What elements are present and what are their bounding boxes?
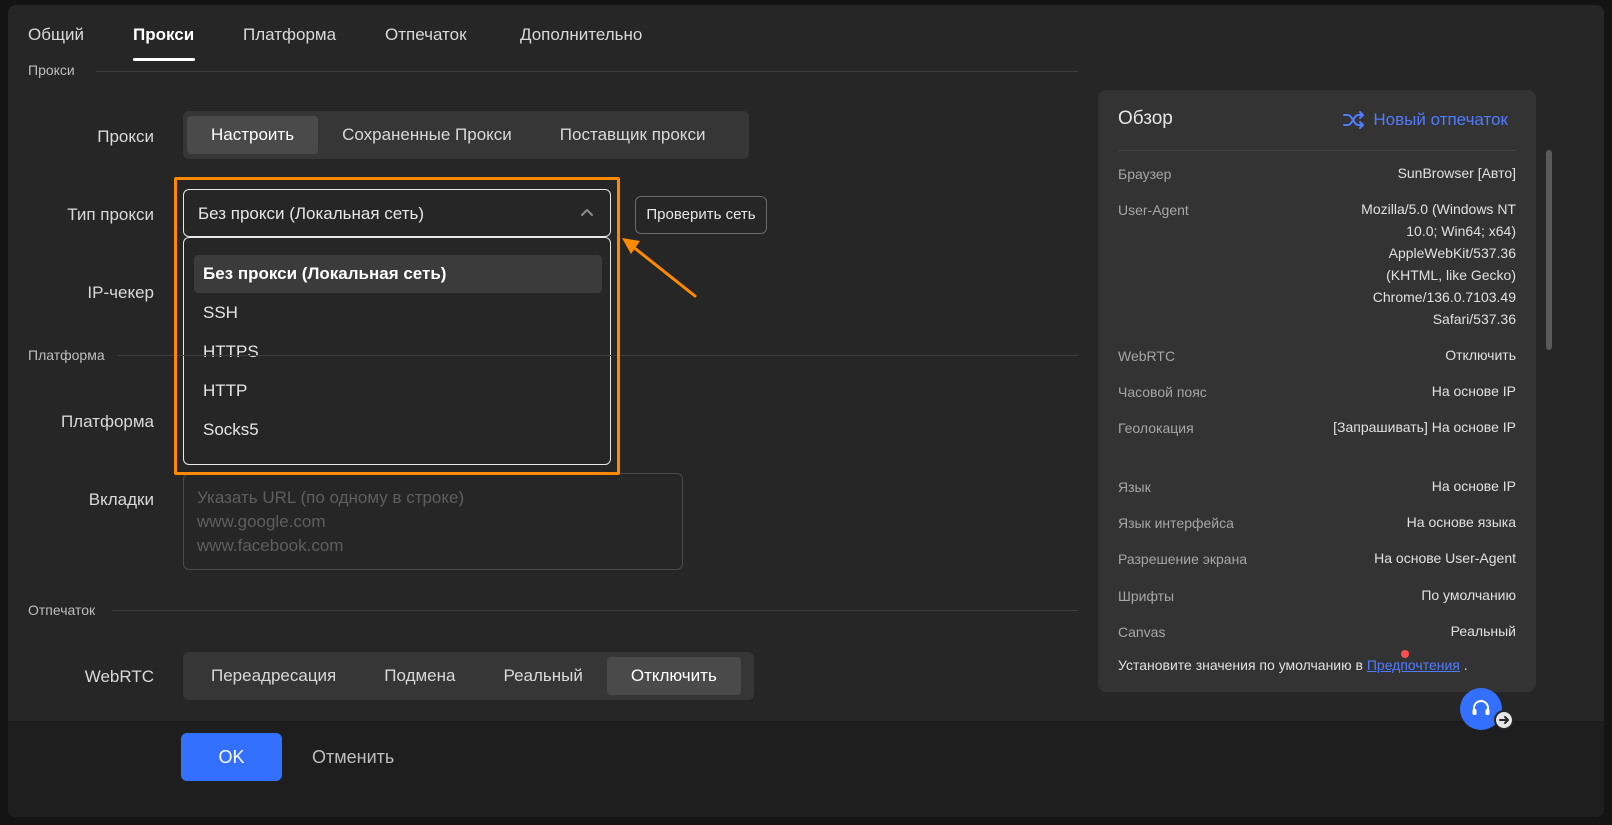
webrtc-replace[interactable]: Подмена <box>360 657 479 695</box>
overview-value: Отключить <box>1445 347 1516 363</box>
proxy-label: Прокси <box>97 127 154 146</box>
check-network-button[interactable]: Проверить сеть <box>635 196 767 234</box>
tab-fingerprint[interactable]: Отпечаток <box>385 25 467 45</box>
new-fingerprint-label: Новый отпечаток <box>1373 110 1508 129</box>
overview-value: Mozilla/5.0 (Windows NT 10.0; Win64; x64… <box>1361 201 1516 327</box>
overview-value: По умолчанию <box>1421 587 1516 603</box>
proxy-type-select[interactable]: Без прокси (Локальная сеть) <box>183 189 611 237</box>
notification-dot <box>1401 650 1409 658</box>
tab-proxy[interactable]: Прокси <box>133 25 194 45</box>
overview-key: Разрешение экрана <box>1118 551 1248 567</box>
proxy-option-socks5[interactable]: Socks5 <box>194 411 602 449</box>
chevron-up-icon <box>581 209 593 216</box>
overview-footer-text: Установите значения по умолчанию в <box>1118 657 1367 673</box>
proxy-type-dropdown: Без прокси (Локальная сеть) SSH HTTPS HT… <box>183 237 611 465</box>
overview-divider <box>1118 150 1516 151</box>
section-divider <box>96 71 1078 72</box>
overview-key: Язык <box>1118 479 1151 495</box>
scrollbar[interactable] <box>1546 150 1552 350</box>
tab-advanced[interactable]: Дополнительно <box>520 25 642 45</box>
overview-footer: Установите значения по умолчанию в Предп… <box>1118 657 1468 673</box>
overview-key: Язык интерфейса <box>1118 515 1234 531</box>
section-title-platform: Платформа <box>28 347 105 363</box>
tab-platform[interactable]: Платформа <box>243 25 336 45</box>
proxy-option-https[interactable]: HTTPS <box>194 333 602 371</box>
webrtc-segmented: Переадресация Подмена Реальный Отключить <box>183 652 754 700</box>
ok-button[interactable]: OK <box>181 733 282 781</box>
overview-value: SunBrowser [Авто] <box>1397 165 1516 181</box>
shuffle-icon <box>1343 111 1365 129</box>
proxy-mode-configure[interactable]: Настроить <box>187 116 319 154</box>
proxy-mode-provider[interactable]: Поставщик прокси <box>536 116 730 154</box>
section-title-proxy: Прокси <box>28 62 75 78</box>
ip-checker-label: IP-чекер <box>87 283 154 302</box>
dialog-footer: OK Отменить <box>8 721 1604 817</box>
section-divider <box>118 355 1078 356</box>
overview-key: Браузер <box>1118 166 1172 182</box>
new-fingerprint-button[interactable]: Новый отпечаток <box>1343 110 1508 130</box>
webrtc-disable[interactable]: Отключить <box>606 657 741 695</box>
overview-value: На основе User-Agent <box>1374 550 1516 566</box>
arrow-right-icon <box>1494 710 1514 730</box>
overview-key: Геолокация <box>1118 420 1194 436</box>
overview-value: Реальный <box>1450 623 1516 639</box>
proxy-type-label: Тип прокси <box>67 205 154 224</box>
headset-icon <box>1472 700 1490 715</box>
tab-general[interactable]: Общий <box>28 25 84 45</box>
overview-value: [Запрашивать] На основе IP <box>1333 419 1516 435</box>
proxy-mode-saved[interactable]: Сохраненные Прокси <box>318 116 536 154</box>
section-title-fingerprint: Отпечаток <box>28 602 96 618</box>
overview-panel: Обзор Новый отпечаток Браузер SunBrowser… <box>1098 90 1536 692</box>
tabs-label: Вкладки <box>88 490 154 509</box>
overview-value: На основе IP <box>1431 383 1516 399</box>
settings-tabs: Общий Прокси Платформа Отпечаток Дополни… <box>8 5 1604 63</box>
overview-title: Обзор <box>1118 108 1173 129</box>
overview-key: User-Agent <box>1118 202 1189 218</box>
webrtc-real[interactable]: Реальный <box>479 657 606 695</box>
webrtc-label: WebRTC <box>84 667 154 686</box>
overview-footer-end: . <box>1459 657 1468 673</box>
section-divider <box>112 610 1078 611</box>
overview-key: Часовой пояс <box>1118 384 1207 400</box>
proxy-option-none[interactable]: Без прокси (Локальная сеть) <box>194 255 602 293</box>
proxy-option-http[interactable]: HTTP <box>194 372 602 410</box>
overview-key: Шрифты <box>1118 588 1175 604</box>
active-tab-indicator <box>133 58 195 61</box>
webrtc-forward[interactable]: Переадресация <box>187 657 360 695</box>
overview-value: На основе IP <box>1431 478 1516 494</box>
overview-key: WebRTC <box>1118 348 1176 364</box>
proxy-option-ssh[interactable]: SSH <box>194 294 602 332</box>
proxy-type-value: Без прокси (Локальная сеть) <box>198 204 424 223</box>
overview-value: На основе языка <box>1406 514 1516 530</box>
overview-key: Canvas <box>1118 624 1166 640</box>
platform-label: Платформа <box>60 412 154 431</box>
browser-profile-window: Общий Прокси Платформа Отпечаток Дополни… <box>8 5 1604 817</box>
tabs-url-textarea[interactable]: Указать URL (по одному в строке) www.goo… <box>183 473 683 570</box>
preferences-link[interactable]: Предпочтения <box>1367 657 1460 673</box>
proxy-mode-segmented: Настроить Сохраненные Прокси Поставщик п… <box>183 111 749 159</box>
cancel-button[interactable]: Отменить <box>312 747 394 768</box>
